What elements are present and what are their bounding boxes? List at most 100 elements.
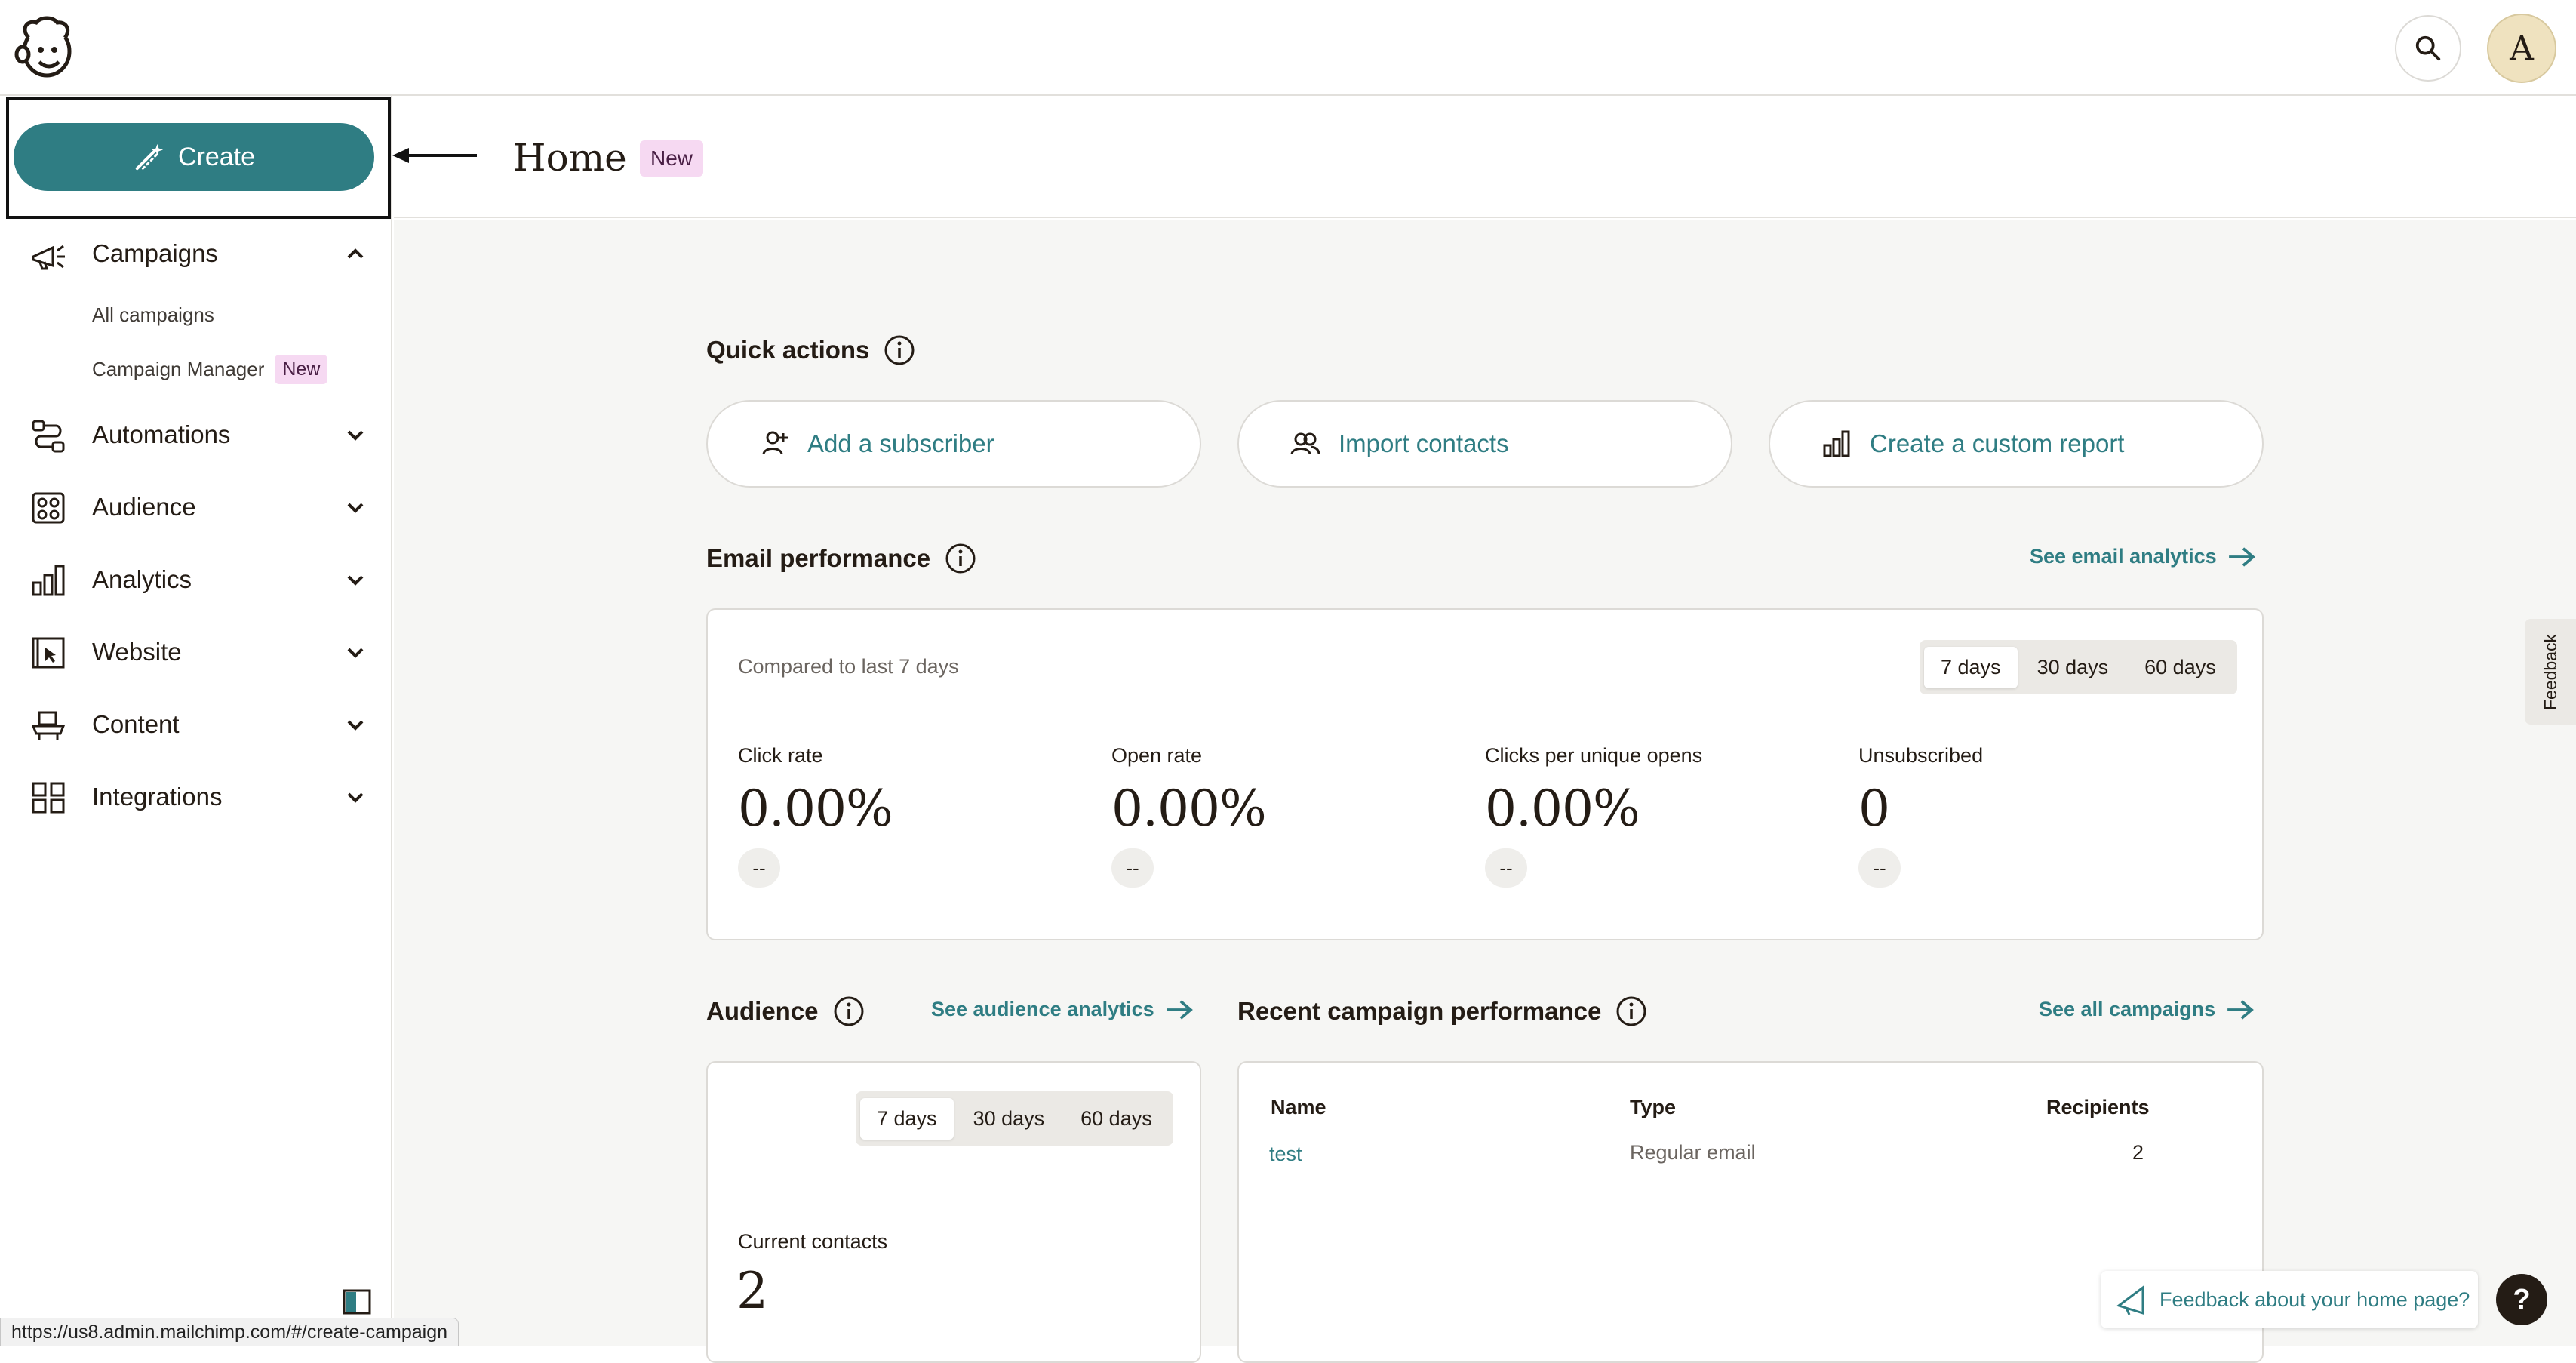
current-contacts-value: 2 xyxy=(736,1262,768,1320)
metric-value: 0.00% xyxy=(1111,780,1267,838)
sidebar-item-content[interactable]: Content xyxy=(0,694,392,755)
recent-campaigns-title: Recent campaign performance xyxy=(1237,997,1602,1025)
sidebar-item-label: Campaigns xyxy=(92,239,218,267)
create-custom-report-button[interactable]: Create a custom report xyxy=(1769,400,2264,488)
sidebar-item-label: Audience xyxy=(92,493,196,521)
chevron-down-icon xyxy=(344,569,367,590)
metric-value: 0.00% xyxy=(1485,780,1640,838)
website-icon xyxy=(30,635,66,670)
chevron-down-icon xyxy=(344,424,367,445)
see-all-campaigns-link[interactable]: See all campaigns xyxy=(2039,998,2255,1021)
help-button[interactable]: ? xyxy=(2496,1274,2547,1325)
metric-delta: -- xyxy=(1858,848,1901,888)
mailchimp-logo-icon[interactable] xyxy=(14,15,75,80)
see-audience-analytics-link[interactable]: See audience analytics xyxy=(931,998,1194,1021)
bar-chart-icon xyxy=(1821,429,1852,459)
campaign-recipients: 2 xyxy=(2132,1141,2144,1164)
sidebar-item-label: Automations xyxy=(92,420,231,448)
info-icon[interactable] xyxy=(883,334,916,367)
contacts-icon xyxy=(1290,429,1320,459)
metric-clicks-per-unique-opens: Clicks per unique opens 0.00% -- xyxy=(1485,744,1802,888)
new-badge: New xyxy=(275,355,328,384)
campaign-name-link[interactable]: test xyxy=(1269,1143,1302,1166)
sidebar-item-label: Website xyxy=(92,638,182,666)
create-button-label: Create xyxy=(177,142,256,171)
email-performance-title: Email performance xyxy=(706,544,931,572)
see-email-analytics-link[interactable]: See email analytics xyxy=(2030,545,2256,568)
metric-value: 0 xyxy=(1858,780,1890,838)
quick-action-label: Create a custom report xyxy=(1870,429,2125,457)
chevron-down-icon xyxy=(344,714,367,735)
page-title: Home xyxy=(513,136,627,180)
range-30-days[interactable]: 30 days xyxy=(2021,647,2126,688)
feedback-home-label: Feedback about your home page? xyxy=(2159,1288,2470,1311)
search-button[interactable] xyxy=(2395,15,2461,82)
link-label: See email analytics xyxy=(2030,545,2217,568)
sidebar-subitem-campaign-manager[interactable]: Campaign Manager New xyxy=(92,355,328,384)
sidebar-item-integrations[interactable]: Integrations xyxy=(0,767,392,827)
quick-actions-heading: Quick actions xyxy=(706,334,916,367)
chevron-down-icon xyxy=(344,642,367,663)
sidebar-subitem-all-campaigns[interactable]: All campaigns xyxy=(92,303,214,327)
metric-label: Click rate xyxy=(738,744,823,767)
sidebar-item-label: Content xyxy=(92,710,180,738)
audience-heading: Audience xyxy=(706,995,865,1028)
audience-icon xyxy=(30,491,66,525)
column-header-name: Name xyxy=(1271,1096,1326,1118)
range-30-days[interactable]: 30 days xyxy=(957,1098,1062,1140)
campaign-type: Regular email xyxy=(1630,1141,1756,1164)
create-button[interactable]: Create xyxy=(14,123,374,191)
sidebar-item-automations[interactable]: Automations xyxy=(0,405,392,465)
current-contacts-label: Current contacts xyxy=(738,1230,888,1253)
metric-value: 0.00% xyxy=(738,780,893,838)
arrow-right-icon xyxy=(2226,998,2255,1021)
range-7-days[interactable]: 7 days xyxy=(1924,646,2018,688)
bar-chart-icon xyxy=(30,563,66,598)
range-60-days[interactable]: 60 days xyxy=(2128,647,2233,688)
email-range-selector: 7 days 30 days 60 days xyxy=(1920,640,2237,694)
metric-delta: -- xyxy=(1111,848,1154,888)
metric-delta: -- xyxy=(738,848,780,888)
collapse-sidebar-icon[interactable] xyxy=(343,1289,371,1315)
metric-label: Unsubscribed xyxy=(1858,744,1984,767)
user-avatar[interactable]: A xyxy=(2487,14,2556,83)
megaphone-icon xyxy=(30,237,66,272)
page-header xyxy=(394,96,2576,218)
status-bar-url: https://us8.admin.mailchimp.com/#/create… xyxy=(0,1318,460,1346)
metric-label: Open rate xyxy=(1111,744,1203,767)
quick-action-label: Add a subscriber xyxy=(807,429,994,457)
add-user-icon xyxy=(759,429,789,459)
metric-click-rate: Click rate 0.00% -- xyxy=(738,744,1055,888)
link-label: See all campaigns xyxy=(2039,998,2216,1020)
feedback-home-button[interactable]: Feedback about your home page? xyxy=(2101,1271,2478,1328)
info-icon[interactable] xyxy=(1615,995,1648,1028)
magic-wand-icon xyxy=(133,141,164,173)
grid-icon xyxy=(30,780,66,815)
info-icon[interactable] xyxy=(832,995,865,1028)
chevron-down-icon xyxy=(344,497,367,518)
feedback-tab[interactable]: Feedback xyxy=(2525,619,2576,725)
range-7-days[interactable]: 7 days xyxy=(860,1097,954,1140)
range-60-days[interactable]: 60 days xyxy=(1064,1098,1169,1140)
metric-delta: -- xyxy=(1485,848,1527,888)
audience-range-selector: 7 days 30 days 60 days xyxy=(856,1091,1173,1146)
link-label: See audience analytics xyxy=(931,998,1154,1020)
content-icon xyxy=(30,708,66,743)
metric-unsubscribed: Unsubscribed 0 -- xyxy=(1858,744,2175,888)
add-subscriber-button[interactable]: Add a subscriber xyxy=(706,400,1201,488)
column-header-type: Type xyxy=(1630,1096,1677,1118)
import-contacts-button[interactable]: Import contacts xyxy=(1237,400,1732,488)
sidebar-item-label: Integrations xyxy=(92,783,223,811)
megaphone-icon xyxy=(2116,1283,2149,1316)
top-bar: A xyxy=(0,0,2576,96)
info-icon[interactable] xyxy=(944,542,977,575)
sidebar-item-audience[interactable]: Audience xyxy=(0,477,392,537)
chevron-up-icon xyxy=(344,243,367,264)
sidebar-item-campaigns[interactable]: Campaigns xyxy=(0,223,392,284)
sidebar-item-website[interactable]: Website xyxy=(0,622,392,682)
metric-open-rate: Open rate 0.00% -- xyxy=(1111,744,1428,888)
arrow-right-icon xyxy=(2227,546,2256,568)
new-badge: New xyxy=(640,140,704,177)
sidebar-item-analytics[interactable]: Analytics xyxy=(0,549,392,610)
automation-icon xyxy=(30,418,66,453)
